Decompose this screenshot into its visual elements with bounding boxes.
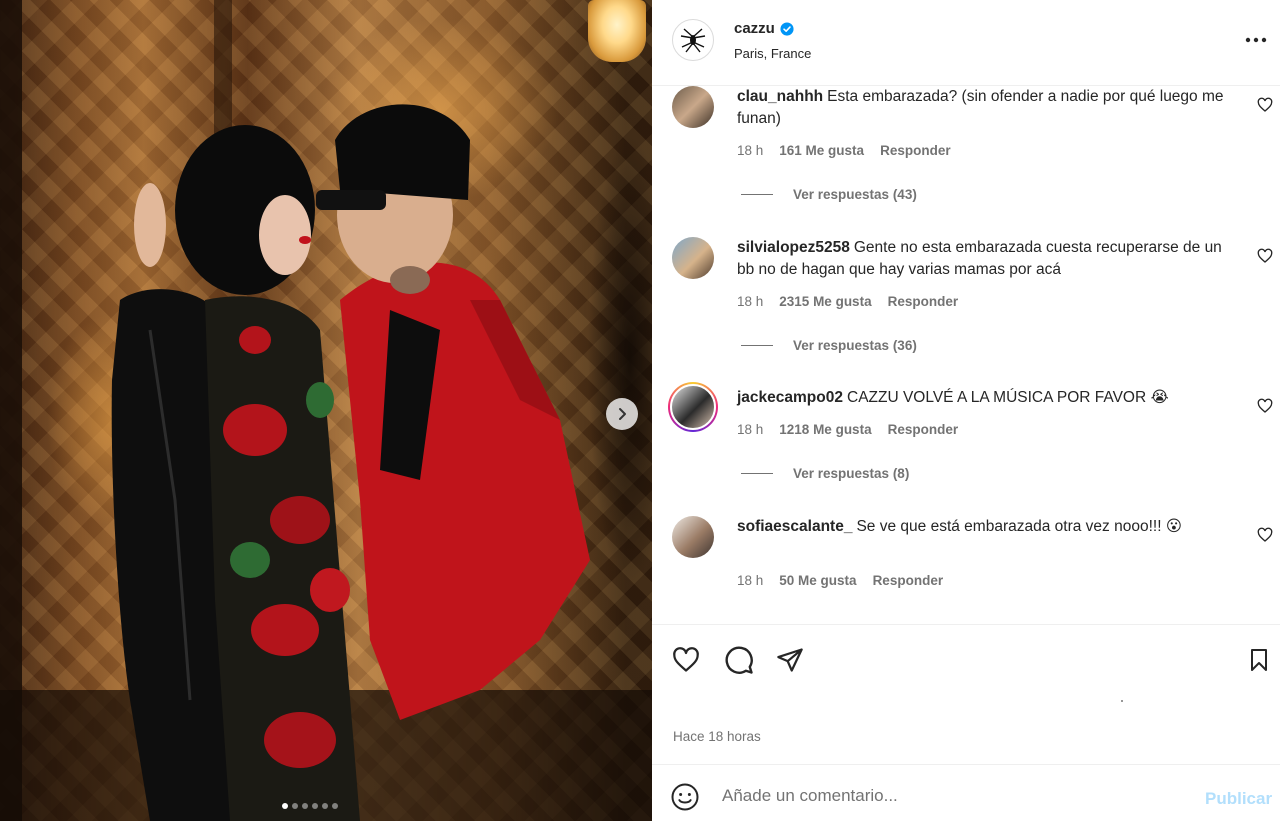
comment-button[interactable] (723, 644, 755, 676)
save-button[interactable] (1243, 644, 1275, 676)
reply-button[interactable]: Responder (888, 422, 959, 437)
carousel-dot (312, 803, 318, 809)
replies-divider (741, 194, 773, 195)
comment-time[interactable]: 18 h (737, 294, 763, 309)
comment-meta: 18 h 2315 Me gusta Responder (737, 294, 958, 309)
emoji-icon[interactable] (670, 782, 700, 812)
next-photo-button[interactable] (606, 398, 638, 430)
bookmark-icon (1251, 649, 1267, 671)
view-replies-button[interactable]: Ver respuestas (36) (741, 338, 917, 353)
carousel-dot (302, 803, 308, 809)
post-timestamp[interactable]: Hace 18 horas (673, 729, 761, 744)
comments-list: clau_nahhh Esta embarazada? (sin ofender … (652, 86, 1280, 624)
comment-username[interactable]: silvialopez5258 (737, 239, 850, 256)
comment-time[interactable]: 18 h (737, 422, 763, 437)
comment-username[interactable]: clau_nahhh (737, 88, 823, 105)
spider-logo-icon (680, 28, 706, 53)
post-actions (652, 624, 1280, 690)
carousel-dot (332, 803, 338, 809)
post-photo (0, 0, 652, 821)
carousel-indicator (282, 803, 338, 809)
heart-icon[interactable] (1257, 398, 1273, 414)
avatar[interactable] (672, 237, 714, 279)
comment-input[interactable] (722, 781, 1182, 811)
avatar[interactable] (672, 19, 714, 61)
comment-likes[interactable]: 50 Me gusta (779, 573, 856, 588)
comment-time[interactable]: 18 h (737, 573, 763, 588)
wall-lamp (588, 0, 646, 62)
view-replies-label[interactable]: Ver respuestas (43) (793, 187, 917, 202)
comment-text: CAZZU VOLVÉ A LA MÚSICA POR FAVOR 😭 (847, 389, 1169, 406)
comment-likes[interactable]: 2315 Me gusta (779, 294, 871, 309)
comment-likes[interactable]: 161 Me gusta (779, 143, 864, 158)
heart-icon[interactable] (1257, 248, 1273, 264)
comment-text: Se ve que está embarazada otra vez nooo!… (856, 518, 1182, 535)
photo-scene (0, 0, 652, 821)
comment-username[interactable]: sofiaescalante_ (737, 518, 852, 535)
comment-likes[interactable]: 1218 Me gusta (779, 422, 871, 437)
view-replies-label[interactable]: Ver respuestas (36) (793, 338, 917, 353)
avatar-with-story-ring[interactable] (668, 382, 718, 432)
comment-meta: 18 h 161 Me gusta Responder (737, 143, 951, 158)
carousel-dot (282, 803, 288, 809)
comment-meta: 18 h 50 Me gusta Responder (737, 573, 943, 588)
username-text[interactable]: cazzu (734, 20, 775, 37)
post-header: cazzu Paris, France (652, 0, 1280, 86)
reply-button[interactable]: Responder (873, 573, 944, 588)
heart-icon[interactable] (1257, 527, 1273, 543)
avatar[interactable] (672, 86, 714, 128)
comment-body: sofiaescalante_ Se ve que está embarazada… (737, 516, 1207, 538)
heart-icon[interactable] (1257, 97, 1273, 113)
share-button[interactable] (774, 644, 806, 676)
view-replies-button[interactable]: Ver respuestas (43) (741, 187, 917, 202)
verified-badge-icon (780, 21, 794, 36)
comment-body: jackecampo02 CAZZU VOLVÉ A LA MÚSICA POR … (737, 387, 1237, 409)
post-username[interactable]: cazzu (734, 20, 794, 37)
post-comment-button[interactable]: Publicar (1205, 789, 1272, 809)
stray-mark (1121, 700, 1123, 702)
replies-divider (741, 345, 773, 346)
like-button[interactable] (670, 644, 702, 676)
comment-meta: 18 h 1218 Me gusta Responder (737, 422, 958, 437)
carousel-dot (322, 803, 328, 809)
comment-time[interactable]: 18 h (737, 143, 763, 158)
reply-button[interactable]: Responder (888, 294, 959, 309)
post-sidebar: cazzu Paris, France clau_nahhh Esta embar… (652, 0, 1280, 821)
carousel-dot (292, 803, 298, 809)
avatar[interactable] (672, 516, 714, 558)
comment-icon (725, 646, 753, 674)
avatar (670, 384, 716, 430)
more-options-button[interactable] (1242, 28, 1270, 52)
comment-body: silvialopez5258 Gente no esta embarazada … (737, 237, 1237, 281)
more-options-icon (1245, 37, 1267, 43)
reply-button[interactable]: Responder (880, 143, 951, 158)
view-replies-label[interactable]: Ver respuestas (8) (793, 466, 909, 481)
post-location[interactable]: Paris, France (734, 46, 811, 61)
heart-icon (673, 647, 699, 672)
comment-username[interactable]: jackecampo02 (737, 389, 843, 406)
view-replies-button[interactable]: Ver respuestas (8) (741, 466, 909, 481)
comment-composer: Publicar (652, 764, 1280, 821)
send-icon (777, 648, 803, 672)
replies-divider (741, 473, 773, 474)
chevron-right-icon (619, 408, 626, 420)
comment-body: clau_nahhh Esta embarazada? (sin ofender … (737, 86, 1237, 130)
